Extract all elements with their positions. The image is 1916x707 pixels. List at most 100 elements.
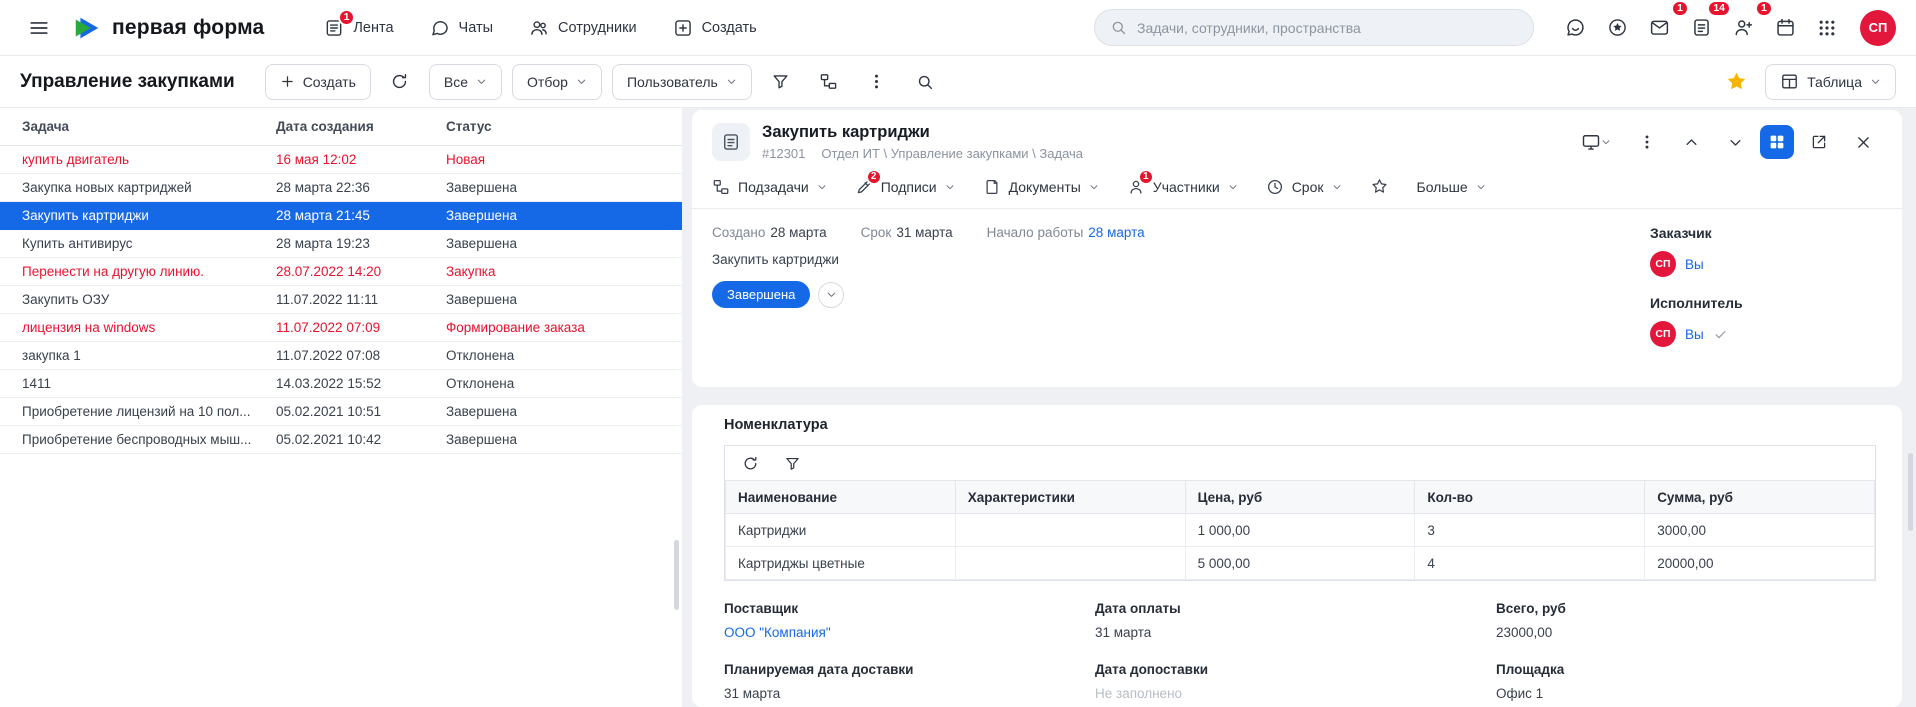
create-task-button[interactable]: Создать: [264, 63, 371, 100]
funnel-icon: [784, 455, 801, 472]
task-row[interactable]: закупка 1 11.07.2022 07:08 Отклонена: [0, 341, 682, 370]
nav-item-chats[interactable]: Чаты: [430, 18, 493, 38]
nav-item-feed[interactable]: 1 Лента: [324, 8, 394, 38]
task-row[interactable]: Купить антивирус 28 марта 19:23 Завершена: [0, 229, 682, 258]
customer-name-link[interactable]: Вы: [1685, 257, 1704, 272]
task-row-selected[interactable]: Закупить картриджи 28 марта 21:45 Завершен…: [0, 201, 682, 230]
start-value-link[interactable]: 28 марта: [1088, 225, 1144, 240]
tasks-icon: [1691, 17, 1712, 38]
toolbar-more-button[interactable]: [858, 63, 896, 101]
nomen-filter-button[interactable]: [779, 450, 805, 476]
filter-user-dropdown[interactable]: Пользователь: [611, 63, 752, 100]
chat-icon: [430, 18, 450, 38]
task-row[interactable]: Закупка новых картриджей 28 марта 22:36 За…: [0, 173, 682, 202]
detail-more-button[interactable]: [1628, 123, 1666, 161]
tab-documents[interactable]: Документы: [983, 178, 1099, 196]
user-avatar[interactable]: СП: [1860, 9, 1896, 46]
field-redelivery-date: Дата допоставки Не заполнено: [1095, 662, 1496, 701]
global-search-input[interactable]: [1137, 19, 1518, 36]
calendar-button[interactable]: [1766, 9, 1804, 47]
task-row[interactable]: Приобретение лицензий на 10 пол... 05.02.…: [0, 397, 682, 426]
favorite-button[interactable]: [1717, 63, 1755, 101]
page-toolbar: Управление закупками Создать Все Отбор П…: [0, 56, 1916, 108]
status-dropdown-button[interactable]: [818, 281, 845, 308]
task-row[interactable]: Перенести на другую линию. 28.07.2022 14:…: [0, 257, 682, 286]
field-label: Дата оплаты: [1095, 601, 1181, 616]
display-mode-button[interactable]: [1570, 123, 1622, 161]
filter-all-label: Все: [443, 73, 469, 90]
price-cell: 5 000,00: [1184, 546, 1416, 580]
executor-avatar[interactable]: СП: [1650, 321, 1676, 347]
tab-participants[interactable]: 1 Участники: [1127, 168, 1238, 196]
nomenclature-row[interactable]: Картриджи 1 000,00 3 3000,00: [725, 513, 1875, 547]
nomenclature-table: Наименование Характеристики Цена, руб Ко…: [725, 480, 1875, 580]
tab-more[interactable]: Больше: [1417, 179, 1486, 195]
filter-button[interactable]: [762, 63, 800, 101]
detail-scrollbar[interactable]: [1908, 453, 1913, 531]
tab-deadline[interactable]: Срок: [1266, 178, 1342, 196]
hierarchy-button[interactable]: [810, 63, 848, 101]
chevron-up-icon: [1684, 135, 1699, 150]
apps-grid-button[interactable]: [1808, 9, 1846, 47]
list-search-button[interactable]: [906, 63, 944, 101]
status-pill[interactable]: Завершена: [712, 281, 811, 308]
task-cell: Перенести на другую линию.: [0, 257, 268, 286]
column-sum[interactable]: Сумма, руб: [1644, 480, 1875, 514]
global-search[interactable]: [1094, 9, 1534, 46]
status-cell: Завершена: [438, 173, 682, 202]
task-cell: закупка 1: [0, 341, 268, 370]
task-row[interactable]: 1411 14.03.2022 15:52 Отклонена: [0, 369, 682, 398]
tab-favorite[interactable]: [1370, 177, 1389, 196]
date-cell: 16 мая 12:02: [268, 145, 438, 174]
customer-avatar[interactable]: СП: [1650, 251, 1676, 277]
nomen-refresh-button[interactable]: [737, 450, 763, 476]
column-status[interactable]: Статус: [438, 108, 682, 146]
nav-item-employees[interactable]: Сотрудники: [529, 18, 637, 38]
column-price[interactable]: Цена, руб: [1184, 480, 1416, 514]
tab-signatures[interactable]: 2 Подписи: [855, 168, 955, 196]
nav-item-create[interactable]: Создать: [673, 18, 757, 38]
people-column: Заказчик СП Вы Исполнитель СП Вы: [1650, 225, 1880, 365]
task-row[interactable]: Закупить ОЗУ 11.07.2022 11:11 Завершена: [0, 285, 682, 314]
open-in-new-button[interactable]: [1800, 123, 1838, 161]
tasks-button[interactable]: 14: [1682, 0, 1731, 47]
mail-icon: [1649, 17, 1670, 38]
next-task-button[interactable]: [1716, 123, 1754, 161]
breadcrumb[interactable]: Отдел ИТ \ Управление закупками \ Задача: [821, 146, 1083, 161]
detail-titles: Закупить картриджи #12301 Отдел ИТ \ Упр…: [762, 123, 1083, 161]
column-name[interactable]: Наименование: [725, 480, 956, 514]
task-row[interactable]: Приобретение беспроводных мыш... 05.02.20…: [0, 425, 682, 454]
column-qty[interactable]: Кол-во: [1414, 480, 1646, 514]
view-switcher-dropdown[interactable]: Таблица: [1765, 63, 1896, 100]
list-scrollbar[interactable]: [674, 540, 679, 610]
tab-subtasks[interactable]: Подзадачи: [712, 178, 827, 196]
hamburger-icon: [28, 17, 50, 39]
prev-task-button[interactable]: [1672, 123, 1710, 161]
chevron-down-icon: [576, 76, 587, 87]
column-task[interactable]: Задача: [0, 108, 268, 146]
app-logo[interactable]: первая форма: [72, 13, 264, 43]
calendar-icon: [1775, 17, 1796, 38]
menu-button[interactable]: [20, 9, 58, 47]
filter-all-dropdown[interactable]: Все: [428, 63, 503, 100]
close-detail-button[interactable]: [1844, 123, 1882, 161]
layout-view-button[interactable]: [1760, 125, 1794, 159]
achievements-button[interactable]: [1598, 9, 1636, 47]
status-cell: Формирование заказа: [438, 313, 682, 342]
nomenclature-row[interactable]: Картриджы цветные 5 000,00 4 20000,00: [725, 546, 1875, 580]
field-site: Площадка Офис 1: [1496, 662, 1876, 701]
task-table: Задача Дата создания Статус купить двига…: [0, 108, 682, 454]
column-specs[interactable]: Характеристики: [954, 480, 1186, 514]
monitor-icon: [1581, 132, 1601, 152]
task-cell: лицензия на windows: [0, 313, 268, 342]
task-row[interactable]: купить двигатель 16 мая 12:02 Новая: [0, 145, 682, 174]
column-date[interactable]: Дата создания: [268, 108, 438, 146]
support-chat-button[interactable]: [1556, 9, 1594, 47]
task-row[interactable]: лицензия на windows 11.07.2022 07:09 Форми…: [0, 313, 682, 342]
executor-name-link[interactable]: Вы: [1685, 327, 1704, 342]
invites-button[interactable]: 1: [1724, 0, 1773, 47]
supplier-link[interactable]: ООО "Компания": [724, 625, 1095, 640]
refresh-button[interactable]: [381, 63, 419, 101]
mail-button[interactable]: 1: [1640, 0, 1689, 47]
filter-selection-dropdown[interactable]: Отбор: [512, 63, 602, 100]
